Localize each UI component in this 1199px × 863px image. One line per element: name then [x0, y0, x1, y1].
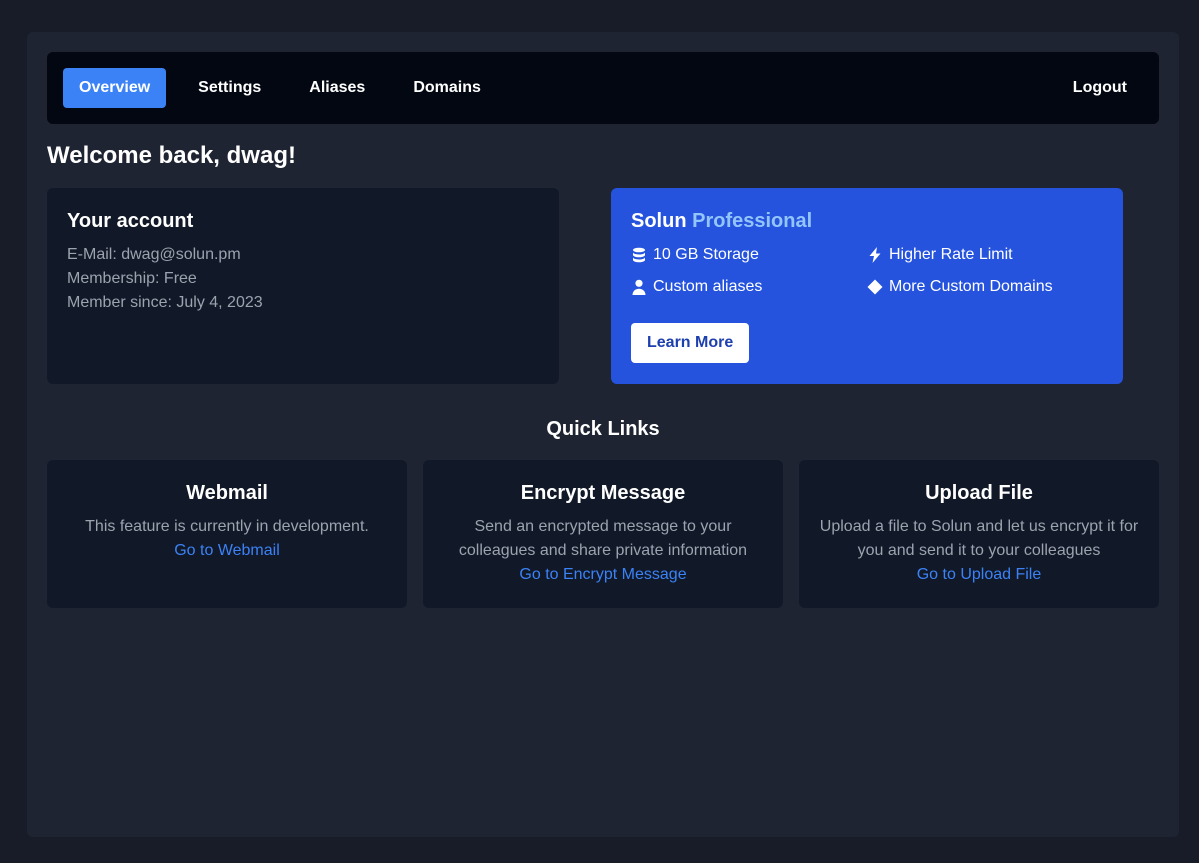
nav-overview[interactable]: Overview — [63, 68, 167, 108]
account-card: Your account E-Mail: dwag@solun.pm Membe… — [47, 188, 559, 384]
user-icon — [632, 279, 646, 295]
quick-link-desc: Upload a file to Solun and let us encryp… — [819, 518, 1139, 559]
nav-aliases[interactable]: Aliases — [293, 68, 381, 108]
professional-title-highlight: Professional — [692, 210, 813, 232]
feature-list: 10 GB Storage Higher Rate Limit Custom a… — [631, 243, 1103, 299]
quick-link-encrypt-message: Encrypt Message Send an encrypted messag… — [423, 460, 783, 608]
nav-settings[interactable]: Settings — [182, 68, 277, 108]
account-member-since: Member since: July 4, 2023 — [67, 294, 263, 311]
account-email: E-Mail: dwag@solun.pm — [67, 246, 241, 263]
logout-button[interactable]: Logout — [1057, 68, 1143, 108]
quick-link-title: Webmail — [186, 482, 268, 504]
professional-title-prefix: Solun — [631, 210, 687, 232]
quick-link-title: Encrypt Message — [520, 482, 686, 504]
navbar: Overview Settings Aliases Domains Logout — [47, 52, 1159, 124]
feature-domains: More Custom Domains — [867, 275, 1103, 299]
account-title: Your account — [67, 210, 194, 232]
professional-card: Solun Professional 10 GB Storage Higher … — [611, 188, 1123, 384]
go-to-upload-file-link[interactable]: Go to Upload File — [917, 563, 1042, 587]
go-to-webmail-link[interactable]: Go to Webmail — [174, 539, 280, 563]
account-membership: Membership: Free — [67, 270, 197, 287]
learn-more-button[interactable]: Learn More — [631, 323, 750, 363]
quick-link-upload-file: Upload File Upload a file to Solun and l… — [799, 460, 1159, 608]
quick-link-desc: This feature is currently in development… — [85, 518, 369, 535]
quick-link-title: Upload File — [925, 482, 1033, 504]
feature-label: Custom aliases — [653, 278, 763, 295]
feature-aliases: Custom aliases — [631, 275, 867, 299]
feature-label: More Custom Domains — [889, 278, 1053, 295]
database-icon — [633, 247, 645, 263]
quick-links-title: Quick Links — [546, 418, 660, 440]
feature-label: Higher Rate Limit — [889, 246, 1013, 263]
go-to-encrypt-message-link[interactable]: Go to Encrypt Message — [519, 563, 686, 587]
nav-domains[interactable]: Domains — [397, 68, 497, 108]
welcome-heading: Welcome back, dwag! — [47, 142, 296, 169]
quick-links-row: Webmail This feature is currently in dev… — [47, 460, 1159, 608]
quick-link-webmail: Webmail This feature is currently in dev… — [47, 460, 407, 608]
bolt-icon — [869, 247, 881, 263]
quick-link-desc: Send an encrypted message to your collea… — [458, 518, 748, 559]
feature-storage: 10 GB Storage — [631, 243, 867, 267]
feature-rate-limit: Higher Rate Limit — [867, 243, 1103, 267]
professional-title: Solun Professional — [631, 210, 1103, 233]
diamond-icon — [867, 279, 883, 295]
feature-label: 10 GB Storage — [653, 246, 759, 263]
app-frame: Overview Settings Aliases Domains Logout… — [27, 32, 1179, 837]
